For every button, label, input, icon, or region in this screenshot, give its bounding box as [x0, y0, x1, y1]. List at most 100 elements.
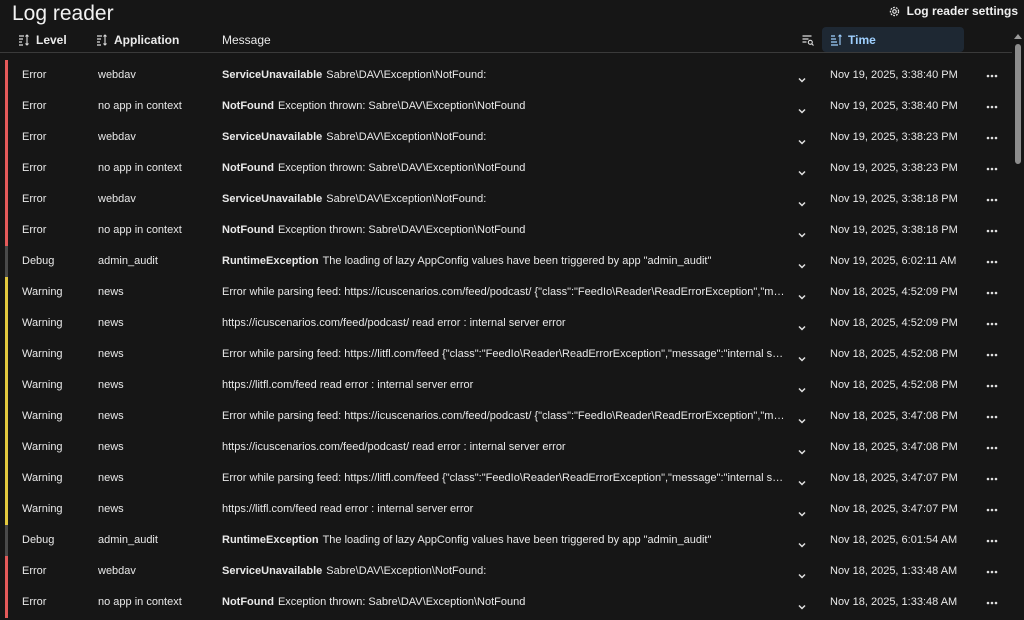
more-actions-icon[interactable]: [985, 225, 999, 237]
message-text: Exception thrown: Sabre\DAV\Exception\No…: [277, 224, 526, 236]
table-row[interactable]: Debug admin_audit RuntimeException The load…: [0, 246, 1012, 277]
scroll-up-arrow-icon[interactable]: [1014, 34, 1022, 39]
chevron-down-icon[interactable]: [796, 260, 808, 272]
exception-class: NotFound: [222, 162, 274, 174]
scrollbar-thumb[interactable]: [1015, 44, 1021, 164]
cell-level: Warning: [22, 317, 63, 329]
exception-class: NotFound: [222, 224, 274, 236]
chevron-down-icon[interactable]: [796, 167, 808, 179]
more-actions-icon[interactable]: [985, 132, 999, 144]
cell-application: webdav: [98, 565, 136, 577]
cell-application: admin_audit: [98, 534, 158, 546]
table-row[interactable]: Warning news https://icuscenarios.com/feed…: [0, 308, 1012, 339]
table-row[interactable]: Error webdav ServiceUnavailable Sabre\DAV\E…: [0, 556, 1012, 587]
chevron-down-icon[interactable]: [796, 291, 808, 303]
chevron-down-icon[interactable]: [796, 539, 808, 551]
column-header-level[interactable]: Level: [18, 27, 67, 52]
more-actions-icon[interactable]: [985, 101, 999, 113]
chevron-down-icon[interactable]: [796, 415, 808, 427]
cell-application: webdav: [98, 193, 136, 205]
cell-application: news: [98, 286, 124, 298]
filter-button[interactable]: [800, 27, 816, 52]
message-text: Exception thrown: Sabre\DAV\Exception\No…: [277, 162, 526, 174]
table-row[interactable]: Warning news https://litfl.com/feed read e…: [0, 494, 1012, 525]
more-actions-icon[interactable]: [985, 349, 999, 361]
chevron-down-icon[interactable]: [796, 229, 808, 241]
more-actions-icon[interactable]: [985, 287, 999, 299]
table-row[interactable]: Warning news Error while parsing feed: htt…: [0, 339, 1012, 370]
cell-application: no app in context: [98, 596, 182, 608]
exception-class: NotFound: [222, 100, 274, 112]
chevron-down-icon[interactable]: [796, 198, 808, 210]
column-header-time[interactable]: Time: [822, 27, 964, 52]
chevron-down-icon[interactable]: [796, 446, 808, 458]
table-row[interactable]: Warning news Error while parsing feed: htt…: [0, 277, 1012, 308]
settings-label: Log reader settings: [906, 4, 1018, 18]
more-actions-icon[interactable]: [985, 163, 999, 175]
table-row[interactable]: Warning news https://litfl.com/feed read e…: [0, 370, 1012, 401]
more-actions-icon[interactable]: [985, 318, 999, 330]
cell-level: Error: [22, 193, 47, 205]
scrollbar[interactable]: [1012, 30, 1024, 620]
more-actions-icon[interactable]: [985, 473, 999, 485]
level-indicator-bar: [5, 308, 8, 339]
chevron-down-icon[interactable]: [796, 322, 808, 334]
message-text: Error while parsing feed: https://icusce…: [222, 286, 788, 298]
exception-class: ServiceUnavailable: [222, 193, 323, 205]
table-row[interactable]: Warning news Error while parsing feed: htt…: [0, 401, 1012, 432]
cell-level: Warning: [22, 503, 63, 515]
more-actions-icon[interactable]: [985, 442, 999, 454]
table-row[interactable]: Error no app in context NotFound Exception …: [0, 215, 1012, 246]
more-actions-icon[interactable]: [985, 411, 999, 423]
cell-message: NotFound Exception thrown: Sabre\DAV\Exce…: [222, 224, 788, 236]
cell-message: NotFound Exception thrown: Sabre\DAV\Exce…: [222, 596, 788, 608]
table-row[interactable]: Error no app in context NotFound Exception …: [0, 587, 1012, 618]
chevron-down-icon[interactable]: [796, 570, 808, 582]
cell-time: Nov 18, 2025, 1:33:48 AM: [830, 565, 958, 577]
chevron-down-icon[interactable]: [796, 508, 808, 520]
cell-application: news: [98, 348, 124, 360]
chevron-down-icon[interactable]: [796, 136, 808, 148]
cell-time: Nov 18, 2025, 3:47:07 PM: [830, 503, 958, 515]
more-actions-icon[interactable]: [985, 380, 999, 392]
table-row[interactable]: Error webdav ServiceUnavailable Sabre\DAV\E…: [0, 122, 1012, 153]
cell-level: Error: [22, 565, 47, 577]
more-actions-icon[interactable]: [985, 256, 999, 268]
cell-application: webdav: [98, 131, 136, 143]
cell-message: https://litfl.com/feed read error : inte…: [222, 379, 788, 391]
more-actions-icon[interactable]: [985, 194, 999, 206]
table-row[interactable]: Error no app in context NotFound Exception …: [0, 153, 1012, 184]
level-indicator-bar: [5, 556, 8, 587]
table-row[interactable]: Debug admin_audit RuntimeException The load…: [0, 525, 1012, 556]
message-text: https://litfl.com/feed read error : inte…: [222, 503, 474, 515]
filter-search-icon: [802, 34, 814, 46]
chevron-down-icon[interactable]: [796, 105, 808, 117]
table-row[interactable]: Error webdav ServiceUnavailable Sabre\DAV\E…: [0, 184, 1012, 215]
cell-time: Nov 19, 2025, 3:38:18 PM: [830, 193, 958, 205]
chevron-down-icon[interactable]: [796, 353, 808, 365]
message-text: Error while parsing feed: https://litfl.…: [222, 472, 788, 484]
cell-message: ServiceUnavailable Sabre\DAV\Exception\No…: [222, 69, 788, 81]
table-row[interactable]: Warning news Error while parsing feed: htt…: [0, 463, 1012, 494]
cell-level: Debug: [22, 255, 55, 267]
more-actions-icon[interactable]: [985, 597, 999, 609]
exception-class: RuntimeException: [222, 534, 319, 546]
table-row[interactable]: Warning news https://icuscenarios.com/feed…: [0, 432, 1012, 463]
chevron-down-icon[interactable]: [796, 601, 808, 613]
cell-time: Nov 18, 2025, 3:47:08 PM: [830, 410, 958, 422]
chevron-down-icon[interactable]: [796, 384, 808, 396]
log-reader-settings-button[interactable]: Log reader settings: [888, 4, 1018, 18]
more-actions-icon[interactable]: [985, 70, 999, 82]
message-text: Exception thrown: Sabre\DAV\Exception\No…: [277, 100, 526, 112]
more-actions-icon[interactable]: [985, 535, 999, 547]
more-actions-icon[interactable]: [985, 504, 999, 516]
chevron-down-icon[interactable]: [796, 74, 808, 86]
table-row[interactable]: Error no app in context NotFound Exception …: [0, 91, 1012, 122]
level-indicator-bar: [5, 122, 8, 153]
message-text: https://icuscenarios.com/feed/podcast/ r…: [222, 441, 566, 453]
chevron-down-icon[interactable]: [796, 477, 808, 489]
cell-message: ServiceUnavailable Sabre\DAV\Exception\No…: [222, 565, 788, 577]
table-row[interactable]: Error webdav ServiceUnavailable Sabre\DAV\E…: [0, 60, 1012, 91]
column-header-application[interactable]: Application: [96, 27, 179, 52]
more-actions-icon[interactable]: [985, 566, 999, 578]
